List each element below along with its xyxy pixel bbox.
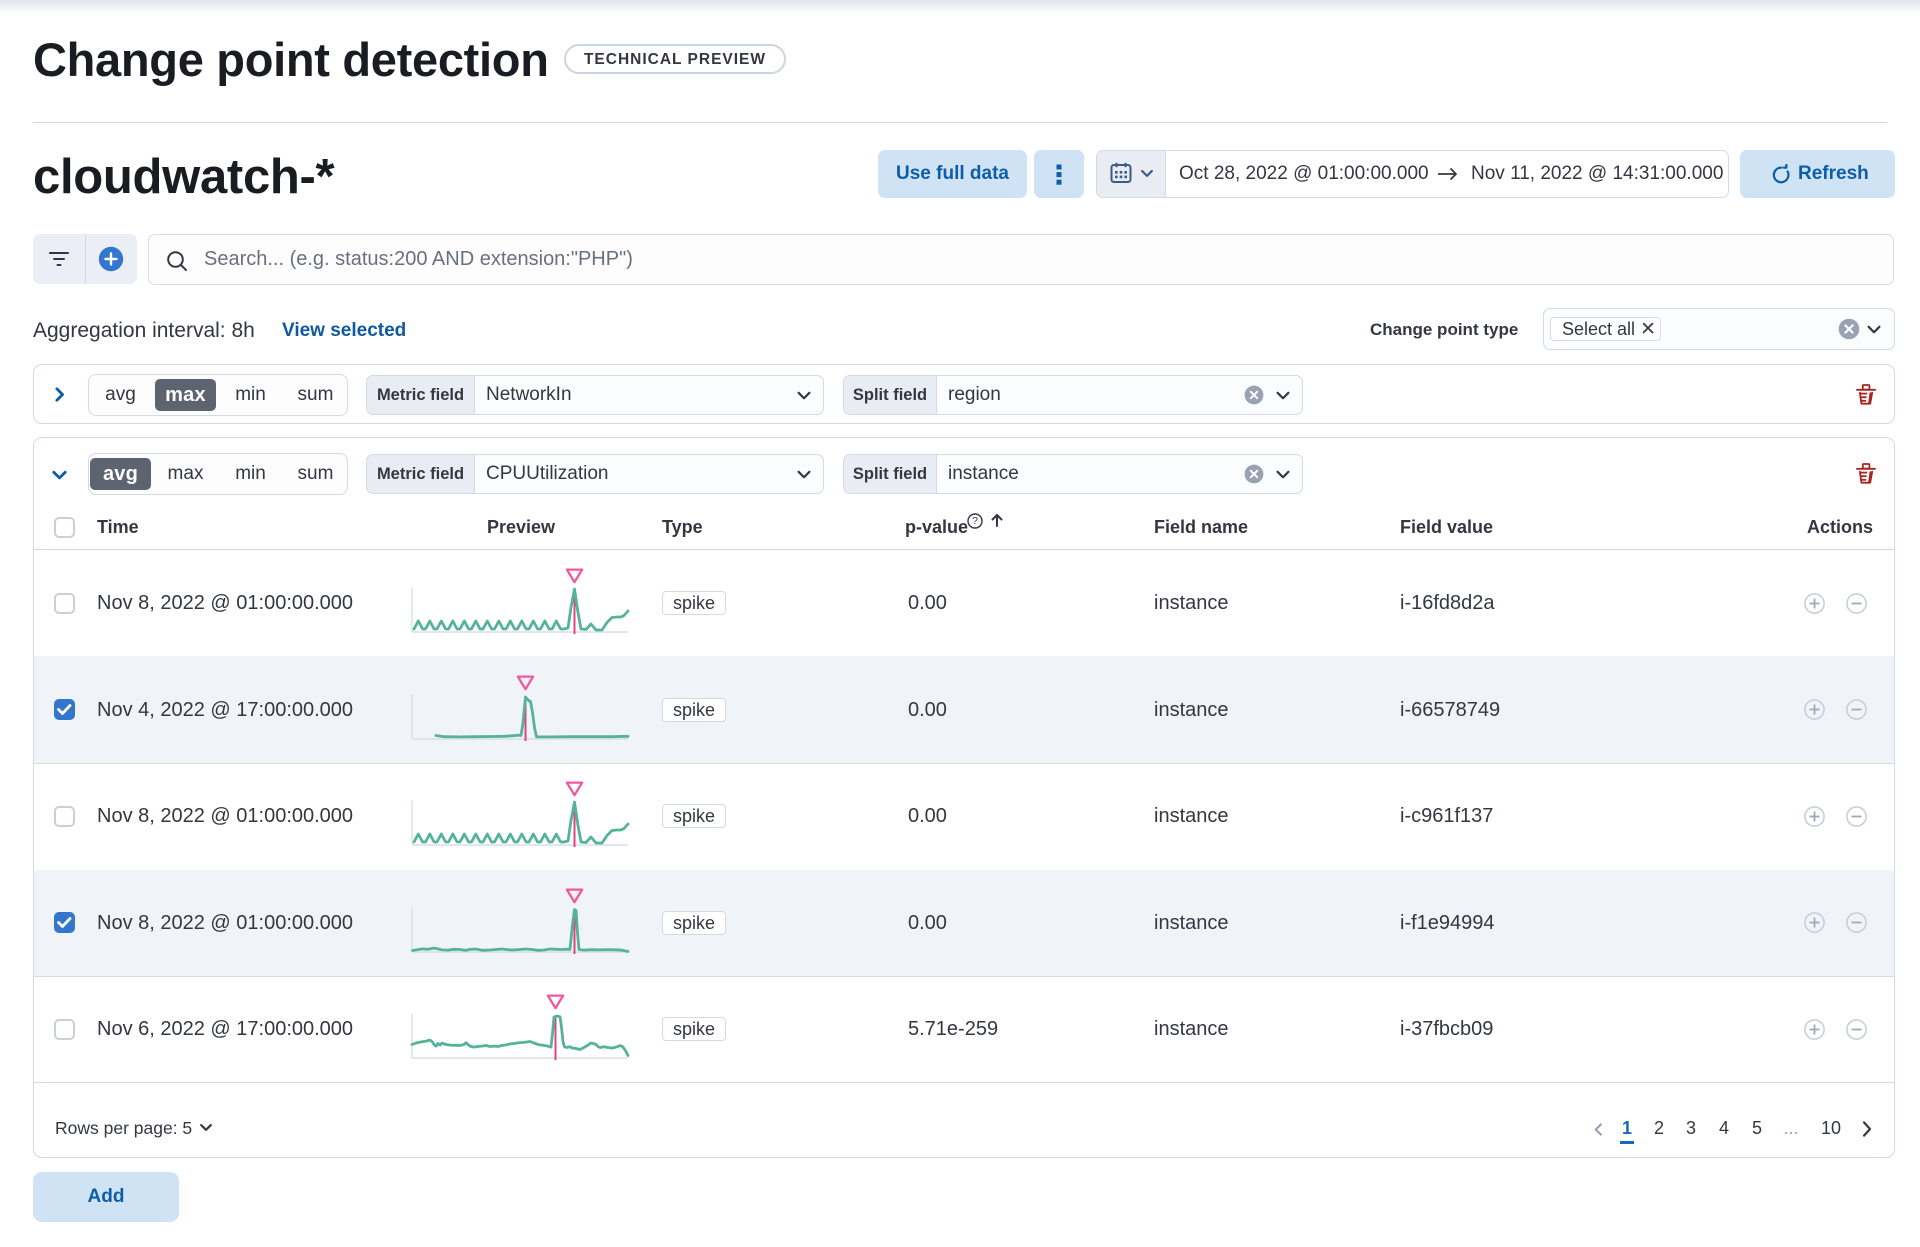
svg-text:?: ? bbox=[972, 515, 978, 527]
